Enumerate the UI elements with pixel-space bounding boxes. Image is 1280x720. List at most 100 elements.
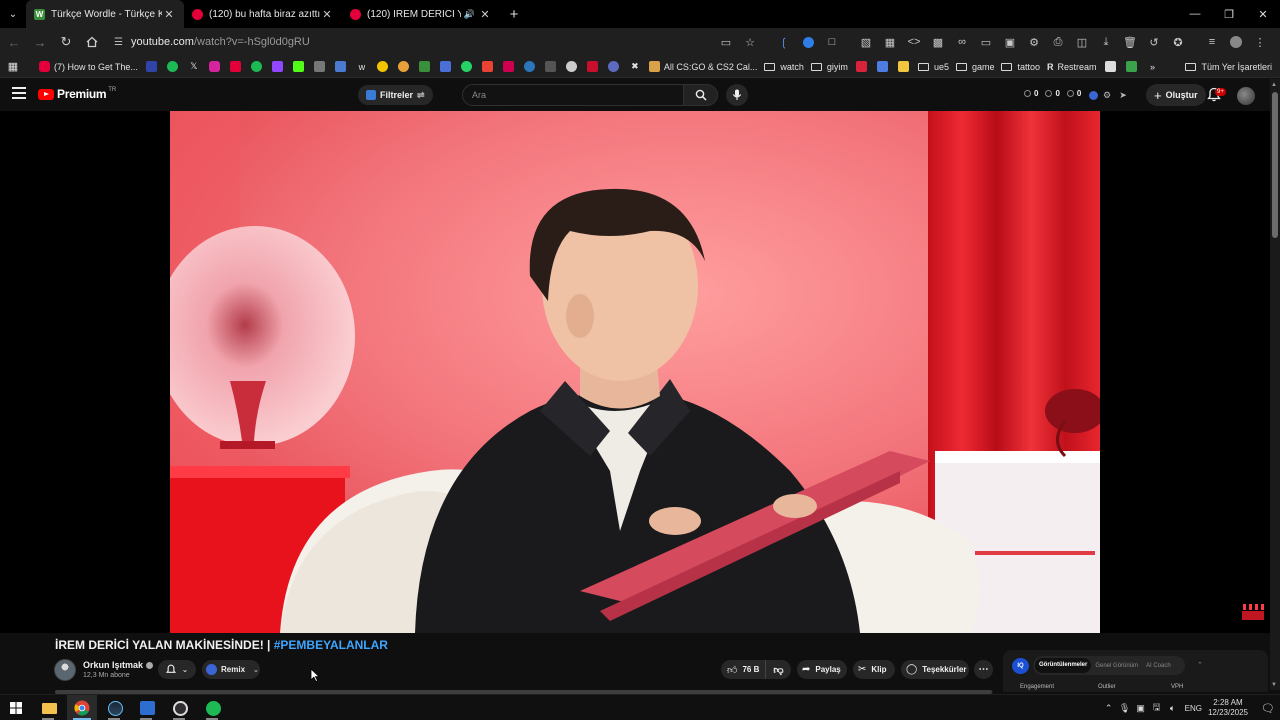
youtube-premium-logo[interactable]: Premium TR [38, 87, 116, 101]
browser-tab-youtube-1[interactable]: (120) bu hafta biraz azıttık... | V ✕ [184, 0, 342, 28]
bookmark-icon-10[interactable] [607, 61, 621, 72]
vidiq-extension-icon[interactable] [1086, 88, 1100, 102]
remix-button[interactable]: Remix ⌄ [202, 660, 260, 679]
video-hashtag-link[interactable]: #PEMBEYALANLAR [274, 638, 388, 652]
tab-close-icon[interactable]: ✕ [320, 8, 334, 21]
bookmark-icon-15[interactable] [1104, 61, 1118, 72]
profile-avatar-icon[interactable] [1224, 30, 1248, 54]
channel-name[interactable]: Orkun Işıtmak [83, 660, 154, 670]
youtube-bookmark-icon[interactable] [229, 61, 243, 72]
tray-app-icon[interactable]: ▣ [1133, 703, 1149, 714]
windows-start-icon[interactable] [6, 698, 26, 718]
bookmark-how-to[interactable]: (7) How to Get The... [39, 61, 138, 72]
extension-icon-1[interactable]: ▧ [854, 30, 878, 54]
all-bookmarks[interactable]: Tüm Yer İşaretleri [1185, 56, 1272, 78]
thanks-button[interactable]: ◯ Teşekkürler [901, 660, 969, 679]
bookmark-restream[interactable]: R Restream [1047, 62, 1097, 72]
gear-extension-icon[interactable]: ⚙ [1022, 30, 1046, 54]
scroll-up-arrow-icon[interactable]: ▲ [1271, 82, 1277, 88]
search-button[interactable] [684, 84, 718, 106]
favorites-icon[interactable]: ✪ [1166, 30, 1190, 54]
bookmark-icon-3[interactable] [334, 61, 348, 72]
clip-button[interactable]: ✂ Klip [853, 660, 895, 679]
x-bookmark-icon[interactable]: 𝕏 [187, 61, 201, 72]
link-extension-icon[interactable]: ∞ [950, 30, 974, 54]
minimize-icon[interactable]: — [1178, 0, 1212, 28]
table-extension-icon[interactable]: ▩ [926, 30, 950, 54]
volume-icon[interactable]: 🔈︎ [1165, 703, 1181, 714]
gmail-bookmark-icon[interactable] [481, 61, 495, 72]
hamburger-menu-icon[interactable] [12, 87, 26, 99]
steam-bookmark-icon[interactable] [523, 61, 537, 72]
twitch-bookmark-icon[interactable] [271, 61, 285, 72]
bookmark-folder-game[interactable]: game [955, 62, 994, 72]
trash-icon[interactable]: 🗑 [1118, 30, 1142, 54]
bookmark-w-icon[interactable]: w [355, 62, 369, 72]
extension-rocket-icon[interactable]: ➤ [1116, 88, 1130, 102]
bookmark-folder-giyim[interactable]: giyim [810, 62, 848, 72]
bookmark-icon-8[interactable] [544, 61, 558, 72]
notification-center-icon[interactable]: 🗨︎ [1256, 702, 1280, 715]
bookmark-icon-2[interactable] [313, 61, 327, 72]
dislike-button[interactable]: 👎︎ [765, 660, 791, 679]
bookmark-icon-9[interactable] [586, 61, 600, 72]
back-arrow-icon[interactable]: ← [2, 30, 26, 54]
menu-kebab-icon[interactable]: ⋮ [1248, 30, 1272, 54]
channel-avatar[interactable] [54, 659, 76, 681]
spotify-bookmark-icon[interactable] [166, 61, 180, 72]
vidiq-tab-overview[interactable]: Genel Görünüm [1091, 663, 1142, 669]
scrollbar-thumb[interactable] [1272, 92, 1278, 238]
url-field[interactable]: ☰ youtube.com/watch?v=-hSgl0d0gRU [114, 36, 310, 48]
forward-arrow-icon[interactable]: → [28, 30, 52, 54]
browser-tab-youtube-2[interactable]: (120) İREM DERİCİ YALAN M 🔊 ✕ [342, 0, 500, 28]
bookmark-icon-6[interactable] [418, 61, 432, 72]
subscription-notifications-button[interactable]: ⌄ [158, 660, 196, 679]
network-icon[interactable]: 🖫︎ [1149, 700, 1165, 716]
device-extension-icon[interactable]: ▭ [974, 30, 998, 54]
github-bookmark-icon[interactable] [565, 61, 579, 72]
history-icon[interactable]: ↺ [1142, 30, 1166, 54]
reader-mode-icon[interactable]: ◫ [1070, 30, 1094, 54]
install-app-icon[interactable]: ▭ [714, 30, 738, 54]
close-window-icon[interactable]: ✕ [1246, 0, 1280, 28]
share-button[interactable]: ➦ Paylaş [797, 660, 847, 679]
extension-gear-icon[interactable]: ⚙ [1100, 88, 1114, 102]
bookmark-icon-7[interactable] [439, 61, 453, 72]
bookmark-icon-4[interactable] [376, 61, 390, 72]
spotify-icon[interactable] [203, 698, 223, 718]
file-explorer-icon[interactable] [39, 698, 59, 718]
grid-extension-icon[interactable]: ▦ [878, 30, 902, 54]
instagram-bookmark-icon[interactable] [208, 61, 222, 72]
steam-icon[interactable] [105, 698, 125, 718]
video-frame[interactable] [170, 111, 1100, 633]
bookmark-folder-tattoo[interactable]: tattoo [1001, 62, 1040, 72]
bookmark-icon-1[interactable] [145, 61, 159, 72]
print-icon[interactable]: ⎙ [1046, 30, 1070, 54]
reload-icon[interactable]: ↻ [54, 30, 78, 54]
voice-search-button[interactable] [726, 84, 748, 106]
blue-circle-extension-icon[interactable] [796, 30, 820, 54]
site-settings-icon[interactable]: ☰ [114, 37, 123, 48]
bookmark-icon-14[interactable] [897, 61, 911, 72]
chrome-icon[interactable] [72, 698, 92, 718]
translate-extension-icon[interactable]: ▣ [998, 30, 1022, 54]
home-icon[interactable] [80, 30, 104, 54]
search-input[interactable]: Ara [462, 84, 684, 106]
like-button[interactable]: 👍︎ 76 B [721, 660, 765, 679]
yandex-bookmark-icon[interactable] [502, 61, 516, 72]
spotify-bookmark-icon-2[interactable] [250, 61, 264, 72]
clock[interactable]: 2:28 AM 12/23/2025 [1208, 698, 1248, 718]
bookmark-icon-5[interactable] [397, 61, 411, 72]
restore-icon[interactable]: ❐ [1212, 0, 1246, 28]
bookmark-icon-11[interactable]: ✖ [628, 61, 642, 72]
collapse-chevron-icon[interactable]: ⌃ [1197, 661, 1203, 669]
bookmark-csgo[interactable]: All CS:GO & CS2 Cal... [648, 61, 757, 72]
more-bookmarks-chevron-icon[interactable]: » [1146, 62, 1160, 72]
puzzle-extension-icon[interactable]: □ [820, 30, 844, 54]
vidiq-logo-icon[interactable]: IQ [1012, 658, 1029, 674]
vidiq-tab-views[interactable]: Görüntülenmeler [1035, 658, 1092, 673]
bookmark-folder-ue5[interactable]: ue5 [917, 62, 949, 72]
obs-icon[interactable] [170, 698, 190, 718]
language-indicator[interactable]: ENG [1185, 704, 1202, 713]
vidiq-tab-ai-coach[interactable]: AI Coach [1142, 663, 1175, 669]
